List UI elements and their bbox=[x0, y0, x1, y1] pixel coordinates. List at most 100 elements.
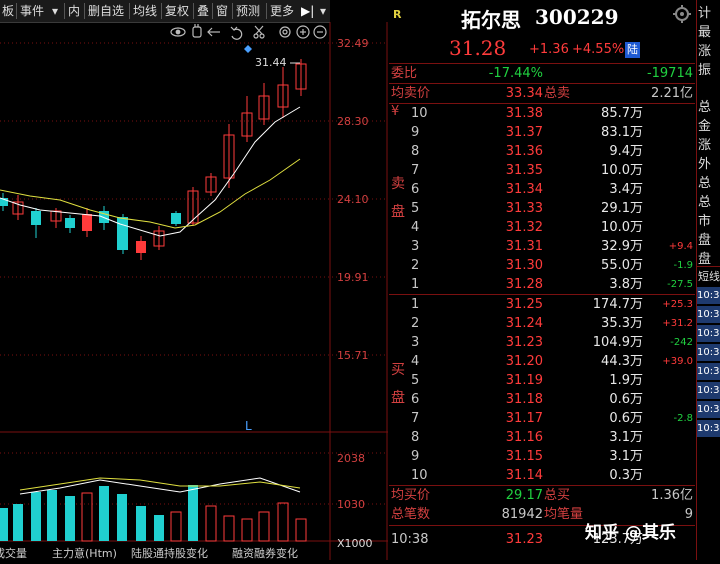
toolbar-remove-watchlist[interactable]: 删自选 bbox=[86, 3, 126, 19]
toolbar-overlay[interactable]: 叠 bbox=[195, 3, 211, 19]
alert-row[interactable]: 10:3 bbox=[697, 287, 720, 304]
alert-row[interactable]: 10:3 bbox=[697, 363, 720, 380]
left-arrow-icon[interactable] bbox=[207, 27, 220, 37]
toolbar-separator bbox=[84, 3, 85, 19]
ask-row: 9 31.37 83.1万 bbox=[389, 123, 695, 142]
candle-down bbox=[117, 217, 128, 250]
alert-row[interactable]: 10:3 bbox=[697, 420, 720, 437]
trades-label: 总笔数 bbox=[391, 507, 431, 522]
bid-row: 7 31.17 0.6万 -2.8 bbox=[389, 409, 695, 428]
ma5-line bbox=[0, 106, 301, 237]
toolbar-forecast[interactable]: 预测 bbox=[234, 3, 262, 19]
hand-icon[interactable] bbox=[192, 24, 202, 38]
price-tick: 19.91 bbox=[337, 271, 369, 284]
eye-icon[interactable] bbox=[170, 27, 186, 37]
tab-volume[interactable]: 成交量 bbox=[0, 546, 27, 560]
zoom-out-icon[interactable] bbox=[313, 25, 327, 39]
edge-label: 盘 bbox=[698, 233, 712, 248]
zoom-in-icon[interactable] bbox=[296, 25, 310, 39]
toolbar-board[interactable]: 板 bbox=[0, 3, 16, 19]
toolbar-separator bbox=[129, 3, 130, 19]
bid-volume: 0.3万 bbox=[609, 468, 643, 483]
alert-row[interactable]: 10:3 bbox=[697, 344, 720, 361]
tab-hk-connect[interactable]: 陆股通持股变化 bbox=[131, 546, 208, 560]
short-term-tab[interactable]: 短线 bbox=[698, 268, 720, 284]
toolbar-more-dropdown[interactable]: ▾ bbox=[318, 3, 328, 19]
undo-icon[interactable] bbox=[230, 26, 243, 40]
toolbar-adjust[interactable]: 复权 bbox=[163, 3, 191, 19]
toolbar-events[interactable]: 事件 bbox=[18, 3, 46, 19]
ask-volume: 10.0万 bbox=[601, 220, 643, 235]
trades-value: 81942 bbox=[501, 507, 543, 522]
ask-price: 31.33 bbox=[505, 201, 543, 216]
bid-level: 8 bbox=[411, 430, 420, 445]
toolbar-events-dropdown[interactable]: ▾ bbox=[50, 3, 60, 19]
tab-main-force[interactable]: 主力意(Htm) bbox=[52, 546, 117, 560]
bid-volume: 3.1万 bbox=[609, 449, 643, 464]
avg-bid-label: 均买价 bbox=[391, 488, 431, 503]
tab-margin[interactable]: 融资融券变化 bbox=[232, 546, 298, 560]
bid-price: 31.18 bbox=[505, 392, 543, 407]
price-tick: 15.71 bbox=[337, 349, 369, 362]
avg-lot-value: 9 bbox=[684, 507, 693, 522]
candles bbox=[0, 59, 307, 260]
toolbar-separator bbox=[64, 3, 65, 19]
toolbar-separator bbox=[193, 3, 194, 19]
alert-row[interactable]: 10:3 bbox=[697, 401, 720, 418]
price-tick: 24.10 bbox=[337, 193, 369, 206]
bid-level: 7 bbox=[411, 411, 420, 426]
toolbar-inner[interactable]: 内 bbox=[66, 3, 82, 19]
toolbar-play-icon[interactable]: ▶| bbox=[299, 3, 316, 19]
edge-label: 最 bbox=[698, 25, 712, 40]
ask-row: 10 31.38 85.7万 bbox=[389, 104, 695, 123]
avg-bid-value: 29.17 bbox=[505, 488, 543, 503]
alert-row[interactable]: 10:3 bbox=[697, 325, 720, 342]
alert-row[interactable]: 10:3 bbox=[697, 382, 720, 399]
ask-level: 2 bbox=[411, 258, 420, 273]
total-bid-label: 总买 bbox=[544, 488, 571, 503]
bid-price: 31.16 bbox=[505, 430, 543, 445]
ask-level: 7 bbox=[411, 163, 420, 178]
ask-volume: 29.1万 bbox=[601, 201, 643, 216]
scissors-icon[interactable] bbox=[253, 25, 265, 39]
bid-price: 31.14 bbox=[505, 468, 543, 483]
ask-price: 31.37 bbox=[505, 125, 543, 140]
toolbar-moving-average[interactable]: 均线 bbox=[131, 3, 159, 19]
edge-label: 振 bbox=[698, 63, 712, 78]
bid-level: 2 bbox=[411, 316, 420, 331]
toolbar-more[interactable]: 更多 bbox=[268, 3, 296, 19]
ask-row: 6 31.34 3.4万 bbox=[389, 180, 695, 199]
volume-bar bbox=[65, 496, 75, 541]
ask-price: 31.34 bbox=[505, 182, 543, 197]
kline-chart[interactable]: 32.49 28.30 24.10 19.91 15.71 2038 1030 … bbox=[0, 22, 388, 560]
ask-level: 5 bbox=[411, 201, 420, 216]
hk-connect-badge: 陆 bbox=[625, 42, 640, 58]
bid-row: 3 31.23 104.9万 -242 bbox=[389, 333, 695, 352]
bid-price: 31.19 bbox=[505, 373, 543, 388]
gear-icon[interactable] bbox=[673, 5, 691, 23]
edge-label: 盘 bbox=[698, 252, 712, 267]
edge-label: 总 bbox=[698, 176, 712, 191]
bid-row: 2 31.24 35.3万 +31.2 bbox=[389, 314, 695, 333]
rank-badge: R bbox=[393, 8, 402, 21]
edge-label: 涨 bbox=[698, 138, 712, 153]
alert-row[interactable]: 10:3 bbox=[697, 306, 720, 323]
order-ratio-diff: -19714 bbox=[646, 66, 693, 81]
candle-down bbox=[31, 211, 41, 225]
toolbar-separator bbox=[266, 3, 267, 19]
volume-bar bbox=[188, 485, 198, 541]
last-price: 31.28 bbox=[449, 36, 507, 60]
toolbar-separator bbox=[161, 3, 162, 19]
toolbar-window[interactable]: 窗 bbox=[214, 3, 230, 19]
avg-ask-value: 33.34 bbox=[505, 86, 543, 101]
quote-panel: R 拓尔思 300229 31.28 +1.36 +4.55% 陆 委比 -17… bbox=[389, 0, 695, 560]
volume-bar bbox=[295, 518, 307, 542]
ask-change: -1.9 bbox=[673, 260, 693, 271]
bid-price: 31.17 bbox=[505, 411, 543, 426]
bid-level: 3 bbox=[411, 335, 420, 350]
ask-volume: 83.1万 bbox=[601, 125, 643, 140]
ask-level: 3 bbox=[411, 239, 420, 254]
volume-bar bbox=[277, 502, 289, 542]
settings-icon[interactable] bbox=[279, 26, 291, 38]
volume-tick: 2038 bbox=[337, 452, 365, 465]
